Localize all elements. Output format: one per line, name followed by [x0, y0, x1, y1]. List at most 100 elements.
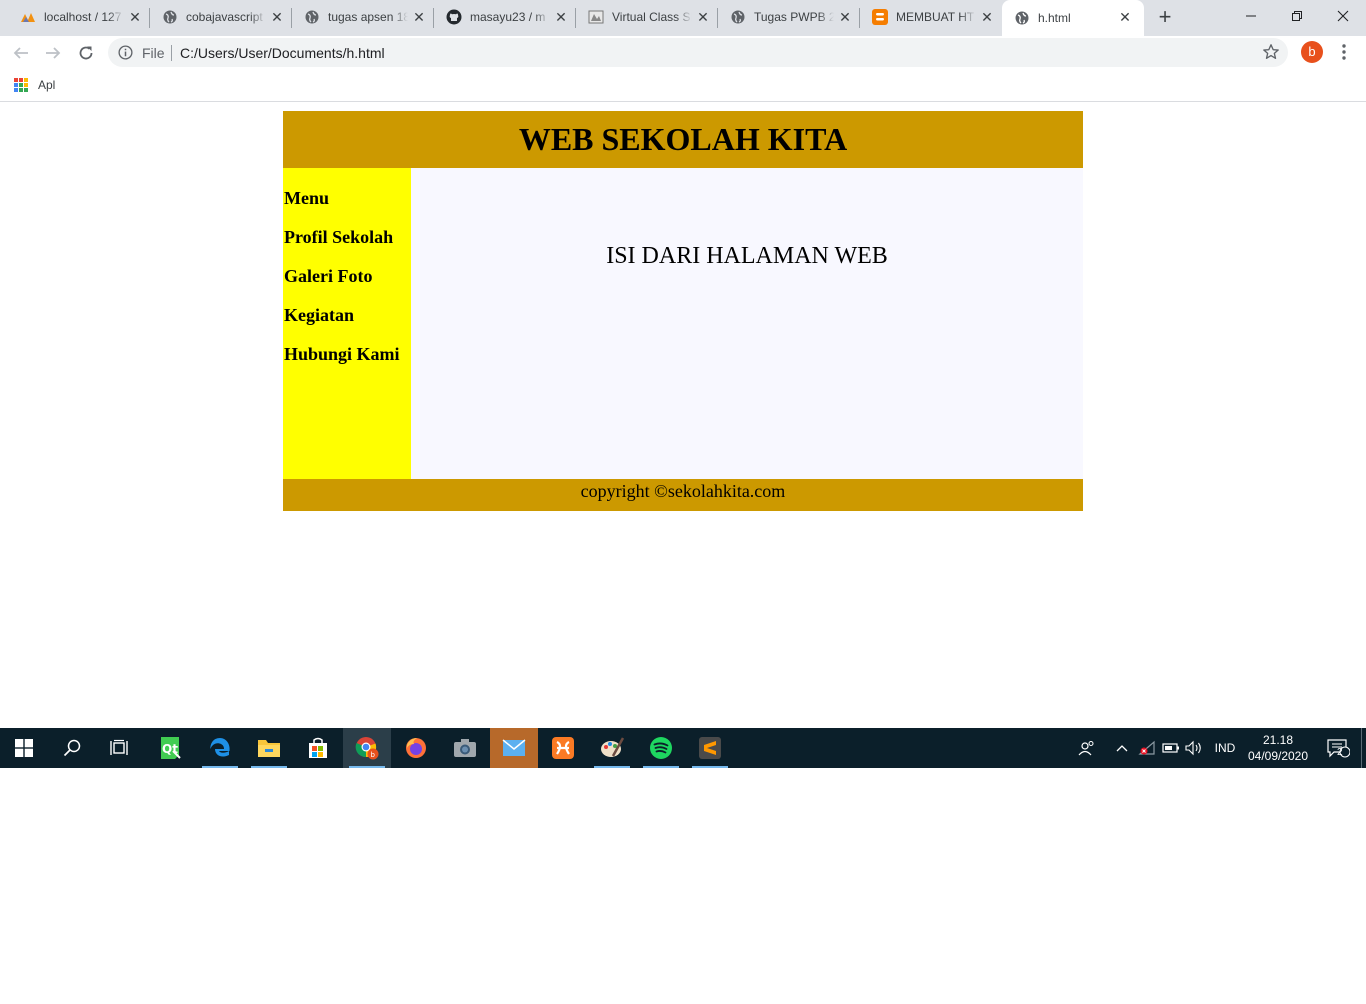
- address-bar[interactable]: File C:/Users/User/Documents/h.html: [108, 38, 1288, 67]
- store-icon: [309, 737, 327, 758]
- close-window-button[interactable]: [1320, 0, 1366, 32]
- close-icon[interactable]: ✕: [270, 10, 284, 24]
- people-button[interactable]: [1074, 728, 1100, 768]
- tab-label: h.html: [1038, 11, 1071, 25]
- browser-toolbar: File C:/Users/User/Documents/h.html: [0, 36, 1366, 70]
- edge-taskbar-button[interactable]: [196, 728, 244, 768]
- notification-count-badge: 2: [1337, 747, 1343, 758]
- apps-grid-icon: [14, 78, 28, 92]
- tab-virtual-class[interactable]: Virtual Class SI ✕: [568, 0, 718, 34]
- apps-shortcut[interactable]: Apl: [14, 78, 55, 92]
- network-disconnected-icon: [1138, 740, 1155, 755]
- new-tab-button[interactable]: +: [1154, 6, 1176, 29]
- arrow-left-icon: [13, 47, 28, 59]
- site-sidebar: Menu Profil Sekolah Galeri Foto Kegiatan…: [283, 168, 411, 479]
- mail-icon: [502, 739, 526, 756]
- camera-icon: [454, 739, 476, 757]
- site-header: WEB SEKOLAH KITA: [283, 111, 1083, 168]
- action-center-button[interactable]: 2: [1318, 728, 1358, 768]
- menu-item-galeri-foto[interactable]: Galeri Foto: [284, 266, 372, 287]
- forward-button[interactable]: [41, 41, 65, 65]
- show-desktop-button[interactable]: [1361, 728, 1362, 768]
- qt-creator-taskbar-button[interactable]: Qt: [146, 728, 194, 768]
- back-button[interactable]: [9, 41, 33, 65]
- bookmark-star-icon[interactable]: [1262, 43, 1280, 61]
- minimize-button[interactable]: [1228, 0, 1274, 32]
- info-icon[interactable]: [118, 45, 133, 60]
- globe-icon: [162, 9, 178, 25]
- tab-h-html[interactable]: h.html ✕: [1002, 0, 1144, 36]
- site-footer: copyright ©sekolahkita.com: [283, 479, 1083, 511]
- camera-taskbar-button[interactable]: [441, 728, 489, 768]
- restore-icon: [1292, 11, 1302, 21]
- close-icon[interactable]: ✕: [696, 10, 710, 24]
- site-main-content: ISI DARI HALAMAN WEB: [411, 168, 1083, 479]
- github-icon: [446, 9, 462, 25]
- clock-time: 21.18: [1262, 733, 1294, 747]
- menu-item-kegiatan[interactable]: Kegiatan: [284, 305, 354, 326]
- profile-avatar[interactable]: b: [1301, 41, 1323, 63]
- close-icon[interactable]: ✕: [980, 10, 994, 24]
- minimize-icon: [1246, 15, 1256, 17]
- globe-icon: [730, 9, 746, 25]
- url-scheme-label: File: [142, 45, 165, 61]
- menu-item-profil-sekolah[interactable]: Profil Sekolah: [284, 227, 393, 248]
- network-button[interactable]: [1136, 728, 1158, 768]
- chrome-taskbar-button[interactable]: b: [343, 728, 391, 768]
- close-icon[interactable]: ✕: [128, 10, 142, 24]
- tab-label: Virtual Class SI: [612, 10, 692, 24]
- show-hidden-icons-button[interactable]: [1112, 728, 1132, 768]
- tab-cobajavascript[interactable]: cobajavascript ✕: [142, 0, 292, 34]
- tab-tugas-apsen[interactable]: tugas apsen 18 ✕: [284, 0, 434, 34]
- arrow-right-icon: [46, 47, 61, 59]
- qt-creator-icon: Qt: [161, 737, 181, 759]
- xampp-taskbar-button[interactable]: [539, 728, 587, 768]
- edge-icon: [210, 738, 230, 757]
- task-view-button[interactable]: [96, 728, 144, 768]
- paint-taskbar-button[interactable]: [588, 728, 636, 768]
- battery-button[interactable]: [1160, 728, 1182, 768]
- store-taskbar-button[interactable]: [294, 728, 342, 768]
- sublime-text-taskbar-button[interactable]: [686, 728, 734, 768]
- tab-localhost[interactable]: localhost / 127 ✕: [0, 0, 150, 34]
- url-text[interactable]: C:/Users/User/Documents/h.html: [180, 45, 385, 61]
- bookmarks-bar: Apl: [0, 70, 1366, 102]
- search-button[interactable]: [48, 728, 96, 768]
- close-icon[interactable]: ✕: [554, 10, 568, 24]
- tab-tugas-pwpb[interactable]: Tugas PWPB 2 ✕: [710, 0, 860, 34]
- tab-github[interactable]: masayu23 / m ✕: [426, 0, 576, 34]
- file-explorer-taskbar-button[interactable]: [245, 728, 293, 768]
- tab-strip: localhost / 127 ✕ cobajavascript ✕ tugas…: [0, 0, 1366, 36]
- menu-item-hubungi-kami[interactable]: Hubungi Kami: [284, 344, 400, 365]
- start-button[interactable]: [0, 728, 48, 768]
- chrome-icon: b: [355, 737, 379, 760]
- reload-button[interactable]: [74, 41, 98, 65]
- virtual-class-icon: [588, 9, 604, 25]
- copyright-text: copyright ©sekolahkita.com: [580, 481, 786, 501]
- omnibox-divider: [171, 45, 172, 61]
- close-icon[interactable]: ✕: [412, 10, 426, 24]
- taskbar-clock[interactable]: 21.18 04/09/2020: [1240, 732, 1316, 764]
- close-icon[interactable]: ✕: [838, 10, 852, 24]
- tab-label: cobajavascript: [186, 10, 263, 24]
- content-text: ISI DARI HALAMAN WEB: [606, 243, 888, 269]
- volume-button[interactable]: [1183, 728, 1205, 768]
- windows-logo-icon: [15, 739, 33, 757]
- web-page: WEB SEKOLAH KITA Menu Profil Sekolah Gal…: [283, 111, 1083, 511]
- mail-taskbar-button[interactable]: [490, 728, 538, 768]
- firefox-taskbar-button[interactable]: [392, 728, 440, 768]
- tab-membuat-html[interactable]: MEMBUAT HT ✕: [852, 0, 1002, 34]
- svg-text:b: b: [371, 751, 376, 759]
- menu-heading: Menu: [284, 188, 329, 208]
- more-menu-icon[interactable]: [1336, 42, 1352, 62]
- restore-button[interactable]: [1274, 0, 1320, 32]
- spotify-taskbar-button[interactable]: [637, 728, 685, 768]
- battery-icon: [1162, 743, 1179, 753]
- tab-label: localhost / 127: [44, 10, 122, 24]
- input-language-indicator[interactable]: IND: [1208, 728, 1242, 768]
- site-title: WEB SEKOLAH KITA: [518, 121, 848, 157]
- close-icon: [1337, 10, 1349, 22]
- close-icon[interactable]: ✕: [1118, 10, 1132, 24]
- globe-icon: [1014, 10, 1030, 26]
- paint-icon: [601, 737, 625, 757]
